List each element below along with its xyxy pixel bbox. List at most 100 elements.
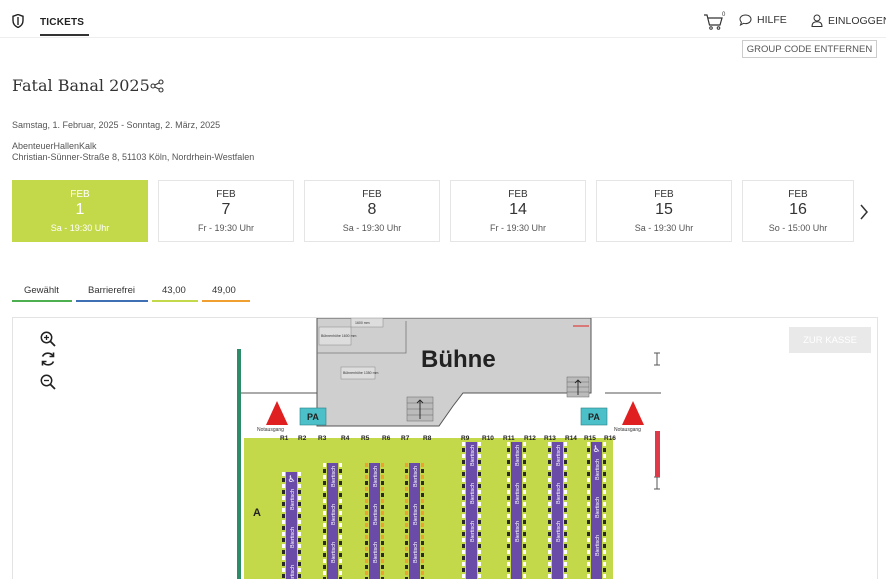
seat[interactable] — [381, 517, 384, 521]
seat[interactable] — [603, 490, 606, 494]
seat[interactable] — [523, 520, 526, 524]
seat[interactable] — [603, 556, 606, 560]
seat[interactable] — [548, 568, 551, 572]
seat[interactable] — [421, 541, 424, 545]
seat[interactable] — [587, 472, 590, 476]
seat[interactable] — [523, 532, 526, 536]
seat[interactable] — [298, 532, 301, 536]
seat-map-container[interactable]: Bühnenhöhe 1600 mm 1600 mm Bühnenhöhe 13… — [12, 317, 878, 579]
seat[interactable] — [507, 532, 510, 536]
seat[interactable] — [548, 454, 551, 458]
seat[interactable] — [339, 481, 342, 485]
biertisch-table[interactable]: Biertisch Biertisch Biertisch — [462, 442, 481, 579]
seat[interactable] — [421, 475, 424, 479]
seat[interactable] — [381, 571, 384, 575]
seat[interactable] — [381, 493, 384, 497]
seat[interactable] — [323, 547, 326, 551]
seat[interactable] — [603, 526, 606, 530]
seat[interactable] — [478, 532, 481, 536]
seat[interactable] — [339, 505, 342, 509]
seat[interactable] — [323, 541, 326, 545]
seat[interactable] — [381, 547, 384, 551]
seat[interactable] — [564, 550, 567, 554]
seat[interactable] — [523, 472, 526, 476]
seat[interactable] — [564, 442, 567, 446]
seat[interactable] — [523, 490, 526, 494]
seat[interactable] — [339, 529, 342, 533]
seat[interactable] — [282, 550, 285, 554]
seat[interactable] — [564, 568, 567, 572]
seat[interactable] — [298, 556, 301, 560]
seat[interactable] — [564, 454, 567, 458]
seat[interactable] — [478, 496, 481, 500]
seat[interactable] — [339, 535, 342, 539]
seat[interactable] — [421, 511, 424, 515]
seat[interactable] — [478, 454, 481, 458]
seat[interactable] — [523, 538, 526, 542]
seat[interactable] — [421, 493, 424, 497]
seat[interactable] — [298, 478, 301, 482]
seat[interactable] — [381, 535, 384, 539]
seat[interactable] — [523, 442, 526, 446]
seat[interactable] — [365, 523, 368, 527]
seat[interactable] — [564, 514, 567, 518]
seat[interactable] — [478, 514, 481, 518]
seat[interactable] — [381, 511, 384, 515]
date-card[interactable]: FEB 8 Sa - 19:30 Uhr — [304, 180, 440, 242]
seat[interactable] — [323, 523, 326, 527]
seat[interactable] — [421, 535, 424, 539]
seat[interactable] — [564, 460, 567, 464]
seat[interactable] — [298, 538, 301, 542]
seat[interactable] — [478, 508, 481, 512]
seat[interactable] — [564, 478, 567, 482]
seat[interactable] — [405, 553, 408, 557]
seat[interactable] — [523, 502, 526, 506]
seat[interactable] — [587, 478, 590, 482]
seat[interactable] — [462, 526, 465, 530]
seat[interactable] — [564, 562, 567, 566]
seat[interactable] — [421, 499, 424, 503]
seat[interactable] — [507, 454, 510, 458]
seat[interactable] — [323, 529, 326, 533]
seat[interactable] — [523, 556, 526, 560]
date-card[interactable]: FEB 16 So - 15:00 Uhr — [742, 180, 854, 242]
seat[interactable] — [381, 499, 384, 503]
seat[interactable] — [282, 526, 285, 530]
share-icon[interactable] — [150, 79, 164, 93]
seat[interactable] — [298, 544, 301, 548]
seat[interactable] — [507, 466, 510, 470]
seat[interactable] — [587, 550, 590, 554]
seat[interactable] — [548, 490, 551, 494]
seat[interactable] — [381, 523, 384, 527]
seat[interactable] — [365, 541, 368, 545]
seat[interactable] — [587, 556, 590, 560]
seat[interactable] — [405, 547, 408, 551]
seat[interactable] — [507, 502, 510, 506]
seat[interactable] — [507, 562, 510, 566]
seat[interactable] — [603, 448, 606, 452]
seat[interactable] — [548, 520, 551, 524]
seat[interactable] — [603, 574, 606, 578]
seat[interactable] — [564, 532, 567, 536]
seat[interactable] — [548, 508, 551, 512]
seat[interactable] — [421, 469, 424, 473]
seat[interactable] — [587, 532, 590, 536]
seat[interactable] — [365, 481, 368, 485]
seat[interactable] — [507, 526, 510, 530]
seat[interactable] — [282, 484, 285, 488]
seat[interactable] — [603, 532, 606, 536]
seat[interactable] — [507, 460, 510, 464]
seat[interactable] — [478, 520, 481, 524]
seat[interactable] — [365, 553, 368, 557]
seat[interactable] — [564, 538, 567, 542]
login-link[interactable]: EINLOGGEN — [811, 14, 886, 27]
seat[interactable] — [282, 496, 285, 500]
seat-map[interactable]: Bühnenhöhe 1600 mm 1600 mm Bühnenhöhe 13… — [13, 318, 878, 579]
seat[interactable] — [564, 520, 567, 524]
seat[interactable] — [523, 448, 526, 452]
seat[interactable] — [282, 568, 285, 572]
seat[interactable] — [523, 550, 526, 554]
seat[interactable] — [548, 556, 551, 560]
seat[interactable] — [323, 559, 326, 563]
seat[interactable] — [365, 487, 368, 491]
